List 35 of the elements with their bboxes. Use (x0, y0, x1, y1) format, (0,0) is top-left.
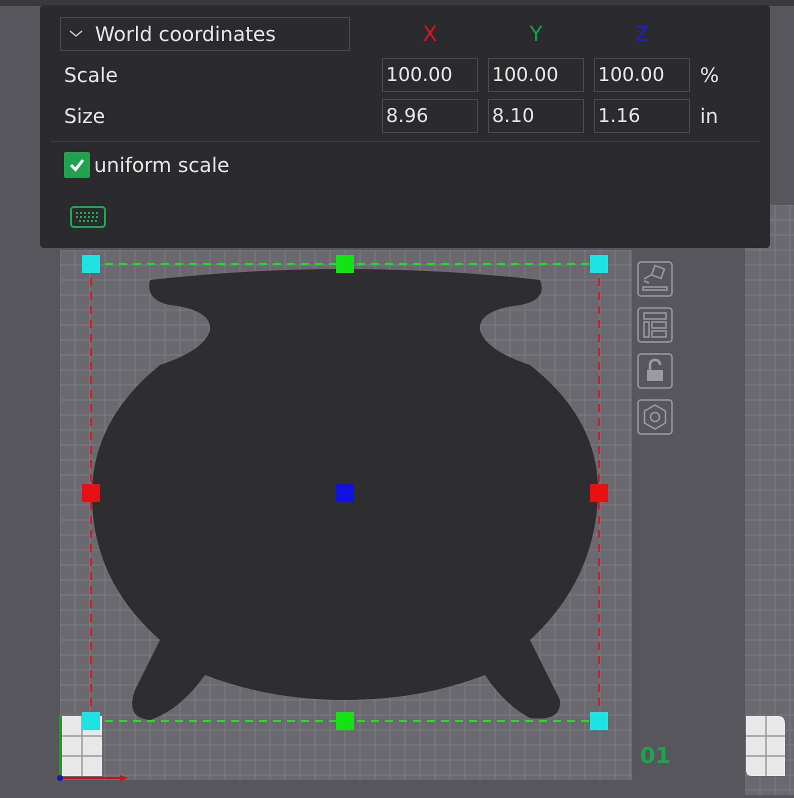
checkbox-label: uniform scale (94, 153, 230, 177)
scale-handle[interactable] (82, 712, 100, 730)
axis-label: Y (528, 22, 544, 46)
axis-label: X (422, 22, 438, 46)
auto-orient-icon[interactable] (637, 261, 673, 297)
center-handle[interactable] (336, 484, 354, 502)
value-field[interactable]: 100.00 (488, 58, 584, 92)
arrange-icon[interactable] (637, 307, 673, 343)
view-cube-drawing[interactable] (745, 715, 786, 777)
scale-handle[interactable] (336, 712, 354, 730)
scale-handle[interactable] (82, 484, 100, 502)
value-field[interactable]: 8.96 (382, 99, 478, 133)
scale-handle[interactable] (590, 484, 608, 502)
value-field[interactable]: 8.10 (488, 99, 584, 133)
unit-label: % (700, 63, 720, 87)
value-field[interactable]: 100.00 (594, 58, 690, 92)
scale-handle[interactable] (82, 255, 100, 273)
coordinate-dropdown[interactable]: World coordinates (60, 17, 350, 51)
axes-drawing (57, 716, 128, 781)
uniform-scale-checkbox[interactable] (64, 152, 90, 178)
value-field[interactable]: 100.00 (382, 58, 478, 92)
axis-label: Z (634, 22, 650, 46)
scale-handle[interactable] (336, 255, 354, 273)
hexagon-nut-icon[interactable] (637, 399, 673, 435)
scale-handle[interactable] (590, 255, 608, 273)
plate-number: 01 (640, 744, 671, 769)
unit-label: in (700, 104, 720, 128)
row-label: Scale (63, 63, 119, 87)
keyboard-icon[interactable] (70, 206, 106, 228)
row-label: Size (63, 104, 106, 128)
scale-handle[interactable] (590, 712, 608, 730)
unlock-icon[interactable] (637, 353, 673, 389)
view-cube-drawing[interactable] (61, 715, 103, 777)
value-field[interactable]: 1.16 (594, 99, 690, 133)
chevron-down-icon (69, 30, 83, 38)
